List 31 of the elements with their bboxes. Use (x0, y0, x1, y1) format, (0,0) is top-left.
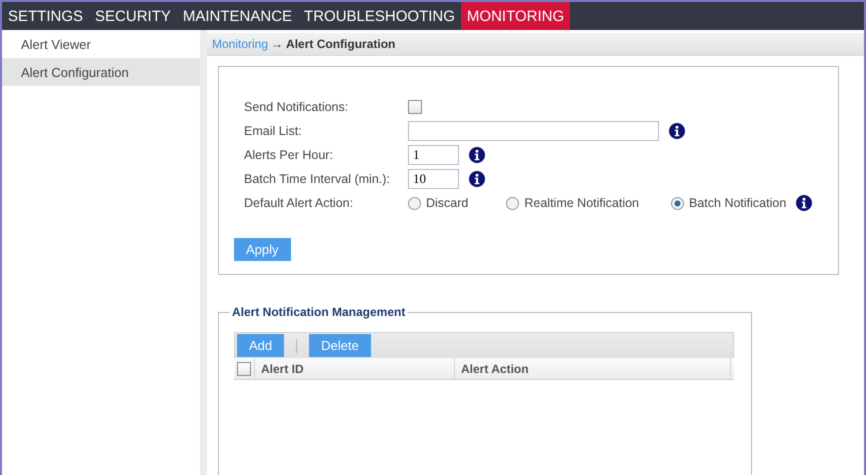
nav-tab[interactable]: MAINTENANCE (176, 2, 298, 30)
info-icon[interactable] (796, 195, 812, 211)
info-icon[interactable] (469, 171, 485, 187)
column-header[interactable]: Alert Action (454, 358, 730, 379)
checkbox[interactable] (237, 362, 251, 376)
nav-tab[interactable]: TROUBLESHOOTING (298, 2, 461, 30)
text-field[interactable]: 10 (408, 169, 459, 189)
text-field[interactable]: 1 (408, 145, 459, 165)
breadcrumb-current: Alert Configuration (286, 37, 396, 51)
radio-button[interactable] (671, 196, 684, 210)
field-label: Email List: (244, 124, 303, 138)
nav-tab[interactable]: MONITORING (460, 2, 570, 30)
radio-label[interactable]: Realtime Notification (524, 196, 640, 210)
field-label: Send Notifications: (244, 100, 350, 114)
checkbox[interactable] (408, 100, 422, 114)
field-label: Batch Time Interval (min.): (244, 172, 391, 186)
panel-title: Alert Notification Management (231, 305, 406, 319)
text-field[interactable] (408, 121, 659, 141)
nav-tab[interactable]: SECURITY (89, 2, 177, 30)
radio-label[interactable]: Discard (426, 196, 468, 210)
field-label: Alerts Per Hour: (244, 148, 334, 162)
info-icon[interactable] (469, 147, 485, 163)
breadcrumb-separator: → (271, 37, 284, 51)
sidebar-item[interactable]: Alert Configuration (2, 58, 200, 86)
info-icon[interactable] (669, 123, 685, 139)
field-label: Default Alert Action: (244, 196, 354, 210)
nav-tab[interactable]: SETTINGS (2, 2, 90, 30)
column-header[interactable]: Alert ID (254, 358, 454, 379)
radio-button[interactable] (506, 196, 520, 210)
radio-label[interactable]: Batch Notification (689, 196, 786, 210)
radio-button[interactable] (408, 196, 421, 210)
